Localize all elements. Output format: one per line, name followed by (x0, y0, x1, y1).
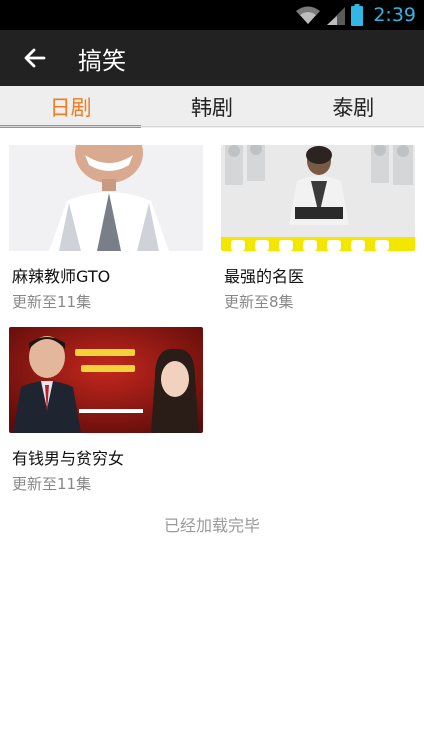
show-poster-image (9, 145, 203, 251)
show-title: 麻辣教师GTO (12, 267, 111, 286)
show-poster-image (221, 145, 415, 251)
signal-icon (327, 7, 346, 25)
action-bar: 搞笑 (0, 30, 424, 86)
show-title: 有钱男与贫穷女 (12, 449, 125, 468)
show-thumbnail[interactable] (9, 327, 203, 433)
tab-label: 泰剧 (332, 96, 375, 120)
show-update-status: 更新至11集 (12, 293, 92, 311)
tab-bar: 日剧 韩剧 泰剧 (0, 86, 424, 128)
page-title: 搞笑 (78, 46, 126, 75)
show-card[interactable]: 最强的名医 更新至8集 (221, 145, 415, 312)
tab-thai-drama[interactable]: 泰剧 (283, 86, 424, 128)
load-complete-message: 已经加载完毕 (163, 516, 260, 535)
show-thumbnail[interactable] (221, 145, 415, 251)
show-update-status: 更新至8集 (224, 293, 294, 311)
back-button[interactable] (18, 41, 52, 75)
tab-korean-drama[interactable]: 韩剧 (141, 86, 282, 128)
show-card[interactable]: 有钱男与贫穷女 更新至11集 (9, 327, 203, 494)
show-title: 最强的名医 (224, 267, 305, 286)
tab-label: 日剧 (49, 96, 92, 120)
arrow-left-icon (24, 48, 46, 68)
status-bar: 2:39 (0, 0, 424, 30)
show-thumbnail[interactable] (9, 145, 203, 251)
status-time: 2:39 (373, 4, 416, 26)
show-card[interactable]: 麻辣教师GTO 更新至11集 (9, 145, 203, 312)
battery-icon (351, 4, 364, 26)
status-icons: 2:39 (295, 0, 416, 30)
tab-japanese-drama[interactable]: 日剧 (0, 86, 142, 128)
tab-divider (0, 126, 424, 127)
show-update-status: 更新至11集 (12, 475, 92, 493)
wifi-icon (296, 6, 321, 24)
tab-label: 韩剧 (190, 96, 233, 120)
show-poster-image (9, 327, 203, 433)
